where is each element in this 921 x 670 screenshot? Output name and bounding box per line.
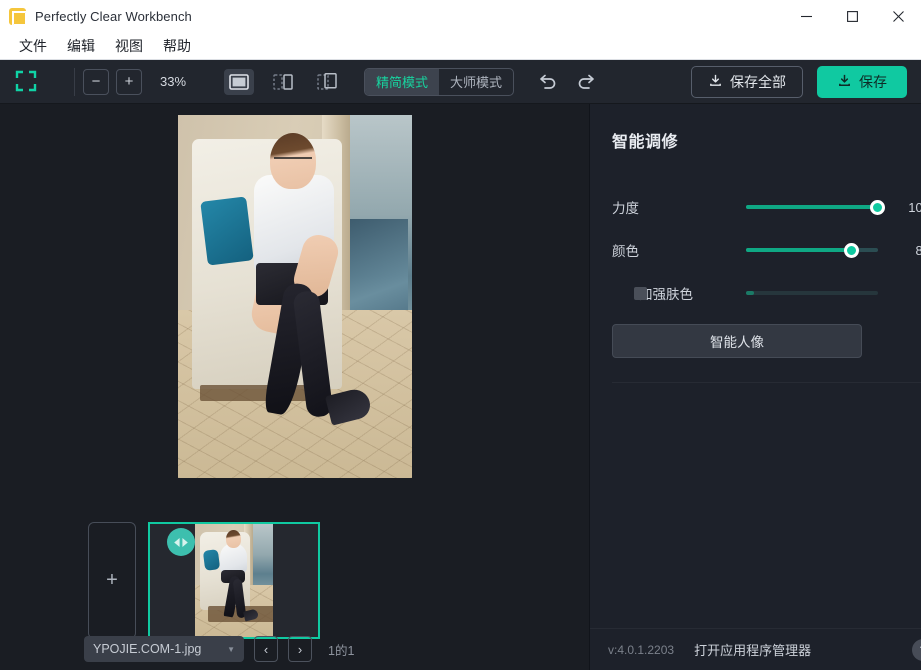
slider-strength[interactable] <box>746 197 885 217</box>
slider-knob[interactable] <box>870 199 885 215</box>
photo-glasses <box>273 157 312 166</box>
download-icon-primary <box>837 73 852 91</box>
view-mode-group <box>224 68 342 95</box>
photo-blue-pillow <box>199 196 254 266</box>
window-title: Perfectly Clear Workbench <box>35 8 192 24</box>
open-app-manager-link[interactable]: 打开应用程序管理器 <box>694 640 811 659</box>
file-select-dropdown[interactable]: YPOJIE.COM-1.jpg ▼ <box>84 636 244 662</box>
add-image-button[interactable]: + <box>88 522 136 639</box>
save-all-button[interactable]: 保存全部 <box>691 65 803 98</box>
slider-fill <box>746 248 852 252</box>
save-label: 保存 <box>859 73 887 90</box>
view-mode-overlay[interactable] <box>312 69 342 95</box>
workspace: + YPOJIE.COM-1.jpg ▼ ‹ › 1的1 <box>0 104 590 670</box>
save-button[interactable]: 保存 <box>817 65 907 98</box>
toolbar-divider-1 <box>74 67 75 96</box>
before-after-compare-handle[interactable] <box>167 528 195 556</box>
fit-to-screen-icon[interactable] <box>14 69 40 95</box>
adjustments-panel: 智能调修 力度 100 颜色 <box>590 104 921 670</box>
app-window: Perfectly Clear Workbench 文件 编辑 视图 帮助 − … <box>0 0 921 670</box>
panel-title: 智能调修 <box>612 134 679 151</box>
redo-icon[interactable] <box>576 71 598 93</box>
edit-mode-toggle: 精简模式 大师模式 <box>364 67 515 96</box>
file-select-value: YPOJIE.COM-1.jpg <box>93 642 202 656</box>
slider-row-skin-tone: 加强肤色 0 <box>612 276 921 310</box>
slider-fill <box>746 291 754 295</box>
history-controls <box>536 71 598 93</box>
help-button[interactable]: ? <box>912 638 921 661</box>
preview-image[interactable] <box>177 115 412 478</box>
filmstrip-tiles: + <box>0 522 589 639</box>
chevron-down-icon: ▼ <box>227 644 235 654</box>
next-image-button[interactable]: › <box>288 636 312 662</box>
image-canvas[interactable] <box>0 104 589 510</box>
slider-fill <box>746 205 878 209</box>
slider-color[interactable] <box>746 240 878 260</box>
zoom-controls: − + 33% <box>83 68 194 95</box>
zoom-in-button[interactable]: + <box>116 68 142 95</box>
close-button[interactable] <box>875 0 921 32</box>
panel-divider <box>612 382 921 383</box>
slider-knob[interactable] <box>843 242 859 258</box>
slider-label-color: 颜色 <box>612 244 639 259</box>
slider-value-strength: 100 <box>908 199 921 215</box>
smart-portrait-button[interactable]: 智能人像 <box>612 324 862 358</box>
panel-footer: v:4.0.1.2203 打开应用程序管理器 ? <box>590 628 921 670</box>
maximize-button[interactable] <box>829 0 875 32</box>
thumbnail-image <box>195 524 273 637</box>
window-controls <box>783 0 921 32</box>
filmstrip: + YPOJIE.COM-1.jpg ▼ ‹ › 1的1 <box>0 510 589 670</box>
minimize-button[interactable] <box>783 0 829 32</box>
slider-label-strength: 力度 <box>612 201 639 216</box>
pager-label: 1的1 <box>328 643 355 658</box>
slider-label-skin-tone: 加强肤色 <box>639 287 693 302</box>
slider-row-color: 颜色 80 <box>612 233 921 267</box>
title-bar: Perfectly Clear Workbench <box>0 0 921 32</box>
slider-track <box>746 291 878 295</box>
app-icon <box>9 7 27 26</box>
skin-tone-checkbox[interactable] <box>634 286 647 300</box>
zoom-level-label: 33% <box>160 74 187 89</box>
save-controls: 保存全部 保存 <box>691 65 907 98</box>
download-icon <box>708 73 723 91</box>
menu-view[interactable]: 视图 <box>106 34 152 58</box>
mode-master-button[interactable]: 大师模式 <box>439 69 513 95</box>
zoom-out-button[interactable]: − <box>83 68 109 95</box>
toolbar: − + 33% 精简模式 大师模式 保存全部 保存 <box>0 60 921 104</box>
version-label: v:4.0.1.2203 <box>608 642 675 657</box>
menu-help[interactable]: 帮助 <box>154 34 200 58</box>
smart-retouch-section: 智能调修 力度 100 颜色 <box>590 104 921 383</box>
slider-row-strength: 力度 100 <box>612 190 921 224</box>
filmstrip-footer: YPOJIE.COM-1.jpg ▼ ‹ › 1的1 <box>0 636 589 662</box>
menu-file[interactable]: 文件 <box>10 34 56 58</box>
main-body: + YPOJIE.COM-1.jpg ▼ ‹ › 1的1 智能调修 力度 10 … <box>0 104 921 670</box>
prev-image-button[interactable]: ‹ <box>254 636 278 662</box>
view-mode-single[interactable] <box>224 68 254 95</box>
menu-edit[interactable]: 编辑 <box>58 34 104 58</box>
slider-value-color: 80 <box>915 242 921 258</box>
undo-icon[interactable] <box>536 71 558 93</box>
slider-value-skin-tone: 0 <box>892 286 921 301</box>
slider-skin-tone[interactable] <box>746 283 878 303</box>
save-all-label: 保存全部 <box>730 73 786 90</box>
menu-bar: 文件 编辑 视图 帮助 <box>0 32 921 60</box>
mode-simple-button[interactable]: 精简模式 <box>365 68 440 95</box>
view-mode-side-by-side[interactable] <box>268 69 298 95</box>
